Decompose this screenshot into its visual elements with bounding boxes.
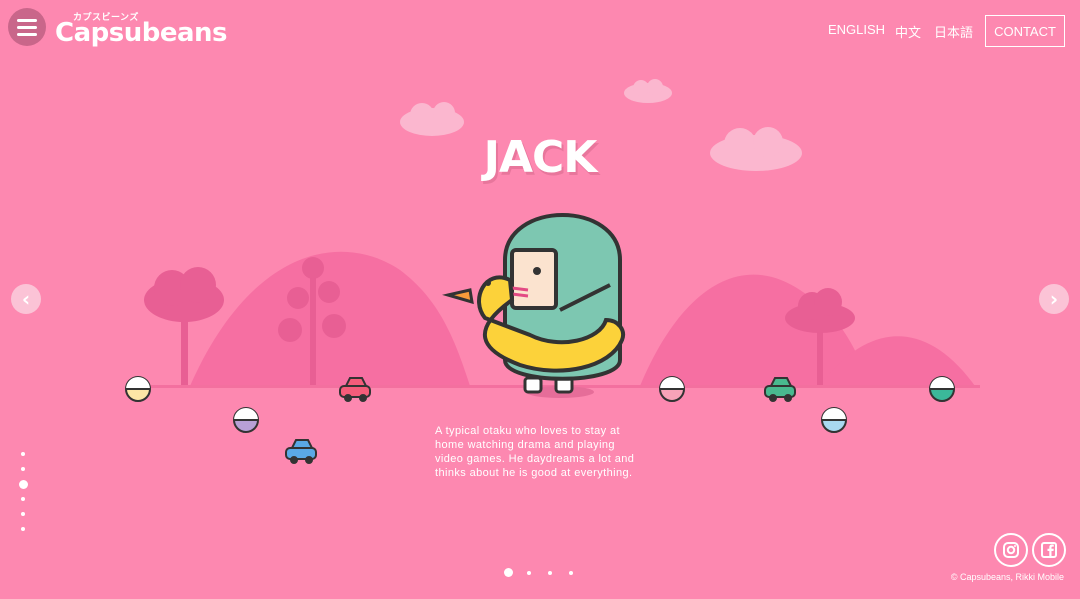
nav-language-chinese[interactable]: 中文 (895, 22, 921, 41)
vertical-page-dot-active[interactable] (19, 480, 28, 489)
chevron-right-icon: › (1049, 287, 1059, 311)
character-name: JACK (483, 132, 598, 183)
logo-text: Capsubeans (55, 18, 228, 48)
slide-dot[interactable] (569, 571, 573, 575)
vertical-page-dot[interactable] (21, 497, 25, 501)
character-description: A typical otaku who loves to stay at hom… (435, 425, 635, 479)
vertical-page-dot[interactable] (21, 512, 25, 516)
car-icon (285, 439, 317, 464)
nav-language-japanese[interactable]: 日本語 (934, 22, 973, 41)
capsule-icon (125, 376, 151, 402)
facebook-icon (1041, 542, 1057, 558)
capsule-icon (659, 376, 685, 402)
background-scene (125, 79, 980, 464)
vertical-page-dot[interactable] (21, 467, 25, 471)
prev-slide-button[interactable]: ‹ (11, 284, 41, 314)
cloud-icon (624, 79, 672, 103)
instagram-button[interactable] (994, 533, 1028, 567)
next-slide-button[interactable]: › (1039, 284, 1069, 314)
vertical-page-dot[interactable] (21, 452, 25, 456)
nav-language-english[interactable]: ENGLISH (828, 22, 885, 37)
hamburger-menu-icon (17, 18, 37, 22)
slide-dot[interactable] (527, 571, 531, 575)
vertical-page-dot[interactable] (21, 527, 25, 531)
capsule-icon (929, 376, 955, 402)
chevron-left-icon: ‹ (21, 287, 31, 311)
capsule-icon (821, 407, 847, 433)
slide-dot[interactable] (548, 571, 552, 575)
facebook-button[interactable] (1032, 533, 1066, 567)
character-illustration (442, 213, 625, 398)
cloud-icon (400, 102, 464, 136)
menu-button[interactable] (8, 8, 46, 46)
logo[interactable]: カプスビーンズ Capsubeans (55, 10, 228, 48)
slide-dot-active[interactable] (504, 568, 513, 577)
contact-button[interactable]: CONTACT (985, 15, 1065, 47)
copyright-text: © Capsubeans, Rikki Mobile (950, 572, 1064, 582)
capsule-icon (233, 407, 259, 433)
instagram-icon (1003, 542, 1019, 558)
